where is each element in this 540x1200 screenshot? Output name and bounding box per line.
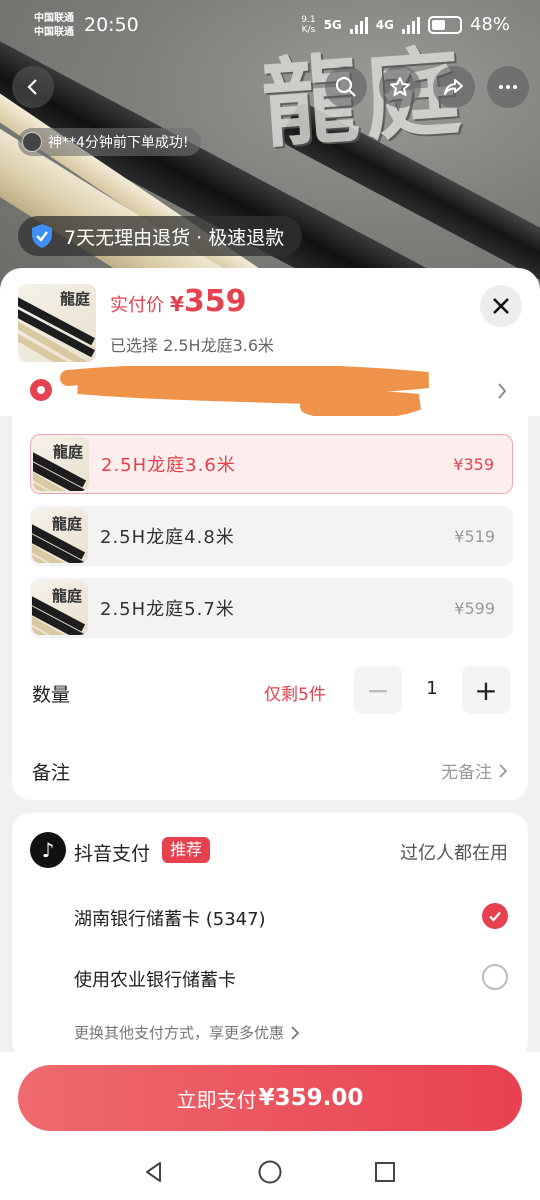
more-payment-methods-link[interactable]: 更换其他支付方式，享更多优惠 xyxy=(74,1022,300,1043)
chevron-right-icon xyxy=(499,763,508,778)
sku-option[interactable]: 龍庭 2.5H龙庭3.6米 ¥359 xyxy=(30,434,513,494)
order-toast: 神**4分钟前下单成功! xyxy=(18,128,201,156)
check-icon xyxy=(489,911,501,922)
payment-option-label[interactable]: 湖南银行储蓄卡 (5347) xyxy=(74,905,266,931)
payment-option-radio-checked[interactable] xyxy=(482,903,508,929)
nav-recents-button[interactable] xyxy=(371,1158,399,1186)
sku-name: 2.5H龙庭3.6米 xyxy=(101,455,236,476)
payment-option-label[interactable]: 使用农业银行储蓄卡 xyxy=(74,966,236,992)
sku-option[interactable]: 龍庭 2.5H龙庭4.8米 ¥519 xyxy=(30,506,513,566)
price-value: 359 xyxy=(183,284,247,319)
carrier-labels: 中国联通 中国联通 xyxy=(34,13,74,38)
quantity-increase-button[interactable]: + xyxy=(462,666,510,714)
toast-text: 神**4分钟前下单成功! xyxy=(48,135,189,151)
status-indicators: 9.1 K/s 5G 4G 48% xyxy=(301,14,510,35)
refund-banner[interactable]: 7天无理由退货 · 极速退款 xyxy=(18,216,303,256)
close-icon xyxy=(493,298,509,314)
star-icon xyxy=(390,77,410,96)
sku-thumbnail: 龍庭 xyxy=(33,437,89,491)
quantity-label: 数量 xyxy=(32,684,71,706)
sku-price: ¥519 xyxy=(454,526,495,546)
sku-option[interactable]: 龍庭 2.5H龙庭5.7米 ¥599 xyxy=(30,578,513,638)
price-currency: ¥ xyxy=(170,292,184,316)
square-recents-icon xyxy=(375,1162,395,1182)
remark-field[interactable]: 无备注 xyxy=(441,758,508,783)
remark-value: 无备注 xyxy=(441,763,492,783)
battery-level: 48% xyxy=(469,14,510,35)
sku-thumbnail: 龍庭 xyxy=(32,509,88,563)
douyin-pay-icon: ♪ xyxy=(30,832,66,868)
quantity-value[interactable]: 1 xyxy=(404,678,460,699)
sku-name: 2.5H龙庭4.8米 xyxy=(100,527,235,548)
signal-icon-2 xyxy=(401,16,420,34)
address-chevron-right-icon xyxy=(498,383,507,399)
net-5g-label: 5G xyxy=(323,17,342,32)
stock-remaining: 仅剩5件 xyxy=(264,685,326,705)
payment-tagline: 过亿人都在用 xyxy=(400,843,508,864)
nav-home-button[interactable] xyxy=(256,1158,284,1186)
sku-price: ¥599 xyxy=(454,598,495,618)
pay-now-label: 立即支付 xyxy=(176,1087,257,1112)
net-speed: 9.1 K/s xyxy=(301,14,316,35)
price-line: 实付价 ¥ 359 xyxy=(110,284,247,319)
redaction-scribble xyxy=(60,366,429,418)
status-time: 20:50 xyxy=(84,14,139,36)
more-dots-icon xyxy=(499,85,517,89)
product-thumbnail: 龍庭 xyxy=(18,284,96,362)
selected-spec: 已选择 2.5H龙庭3.6米 xyxy=(110,336,275,355)
more-payment-text: 更换其他支付方式，享更多优惠 xyxy=(74,1024,285,1042)
status-bar: 中国联通 中国联通 20:50 9.1 K/s 5G 4G 48% xyxy=(0,0,540,54)
recommend-badge: 推荐 xyxy=(162,837,211,863)
net-4g-label: 4G xyxy=(375,17,394,32)
quantity-decrease-button[interactable]: − xyxy=(354,666,402,714)
circle-home-icon xyxy=(258,1160,282,1184)
share-button[interactable] xyxy=(433,66,475,108)
remark-label: 备注 xyxy=(32,762,71,784)
avatar xyxy=(22,132,42,152)
search-button[interactable] xyxy=(325,66,367,108)
close-button[interactable] xyxy=(480,285,522,327)
minus-icon: − xyxy=(366,673,390,707)
shield-check-icon xyxy=(32,224,52,248)
refund-text: 7天无理由退货 · 极速退款 xyxy=(64,226,285,249)
more-button[interactable] xyxy=(487,66,529,108)
sku-name: 2.5H龙庭5.7米 xyxy=(100,599,235,620)
price-label: 实付价 xyxy=(110,295,164,316)
pay-now-button[interactable]: 立即支付 ¥359.00 xyxy=(18,1065,522,1131)
pay-now-amount: ¥359.00 xyxy=(258,1085,364,1111)
location-pin-icon xyxy=(30,379,52,401)
search-icon xyxy=(335,76,356,97)
share-icon xyxy=(444,79,463,95)
battery-icon xyxy=(427,15,462,34)
plus-icon: + xyxy=(474,673,498,707)
signal-icon xyxy=(349,16,368,34)
nav-back-button[interactable] xyxy=(140,1158,168,1186)
favorite-button[interactable] xyxy=(379,66,421,108)
sku-thumbnail: 龍庭 xyxy=(32,581,88,635)
chevron-left-icon xyxy=(27,79,37,95)
triangle-back-icon xyxy=(146,1162,161,1182)
payment-provider-title: 抖音支付 xyxy=(74,843,151,865)
payment-option-radio[interactable] xyxy=(482,964,508,990)
back-button[interactable] xyxy=(12,66,54,108)
chevron-right-icon xyxy=(291,1025,300,1040)
sku-price: ¥359 xyxy=(453,454,494,474)
